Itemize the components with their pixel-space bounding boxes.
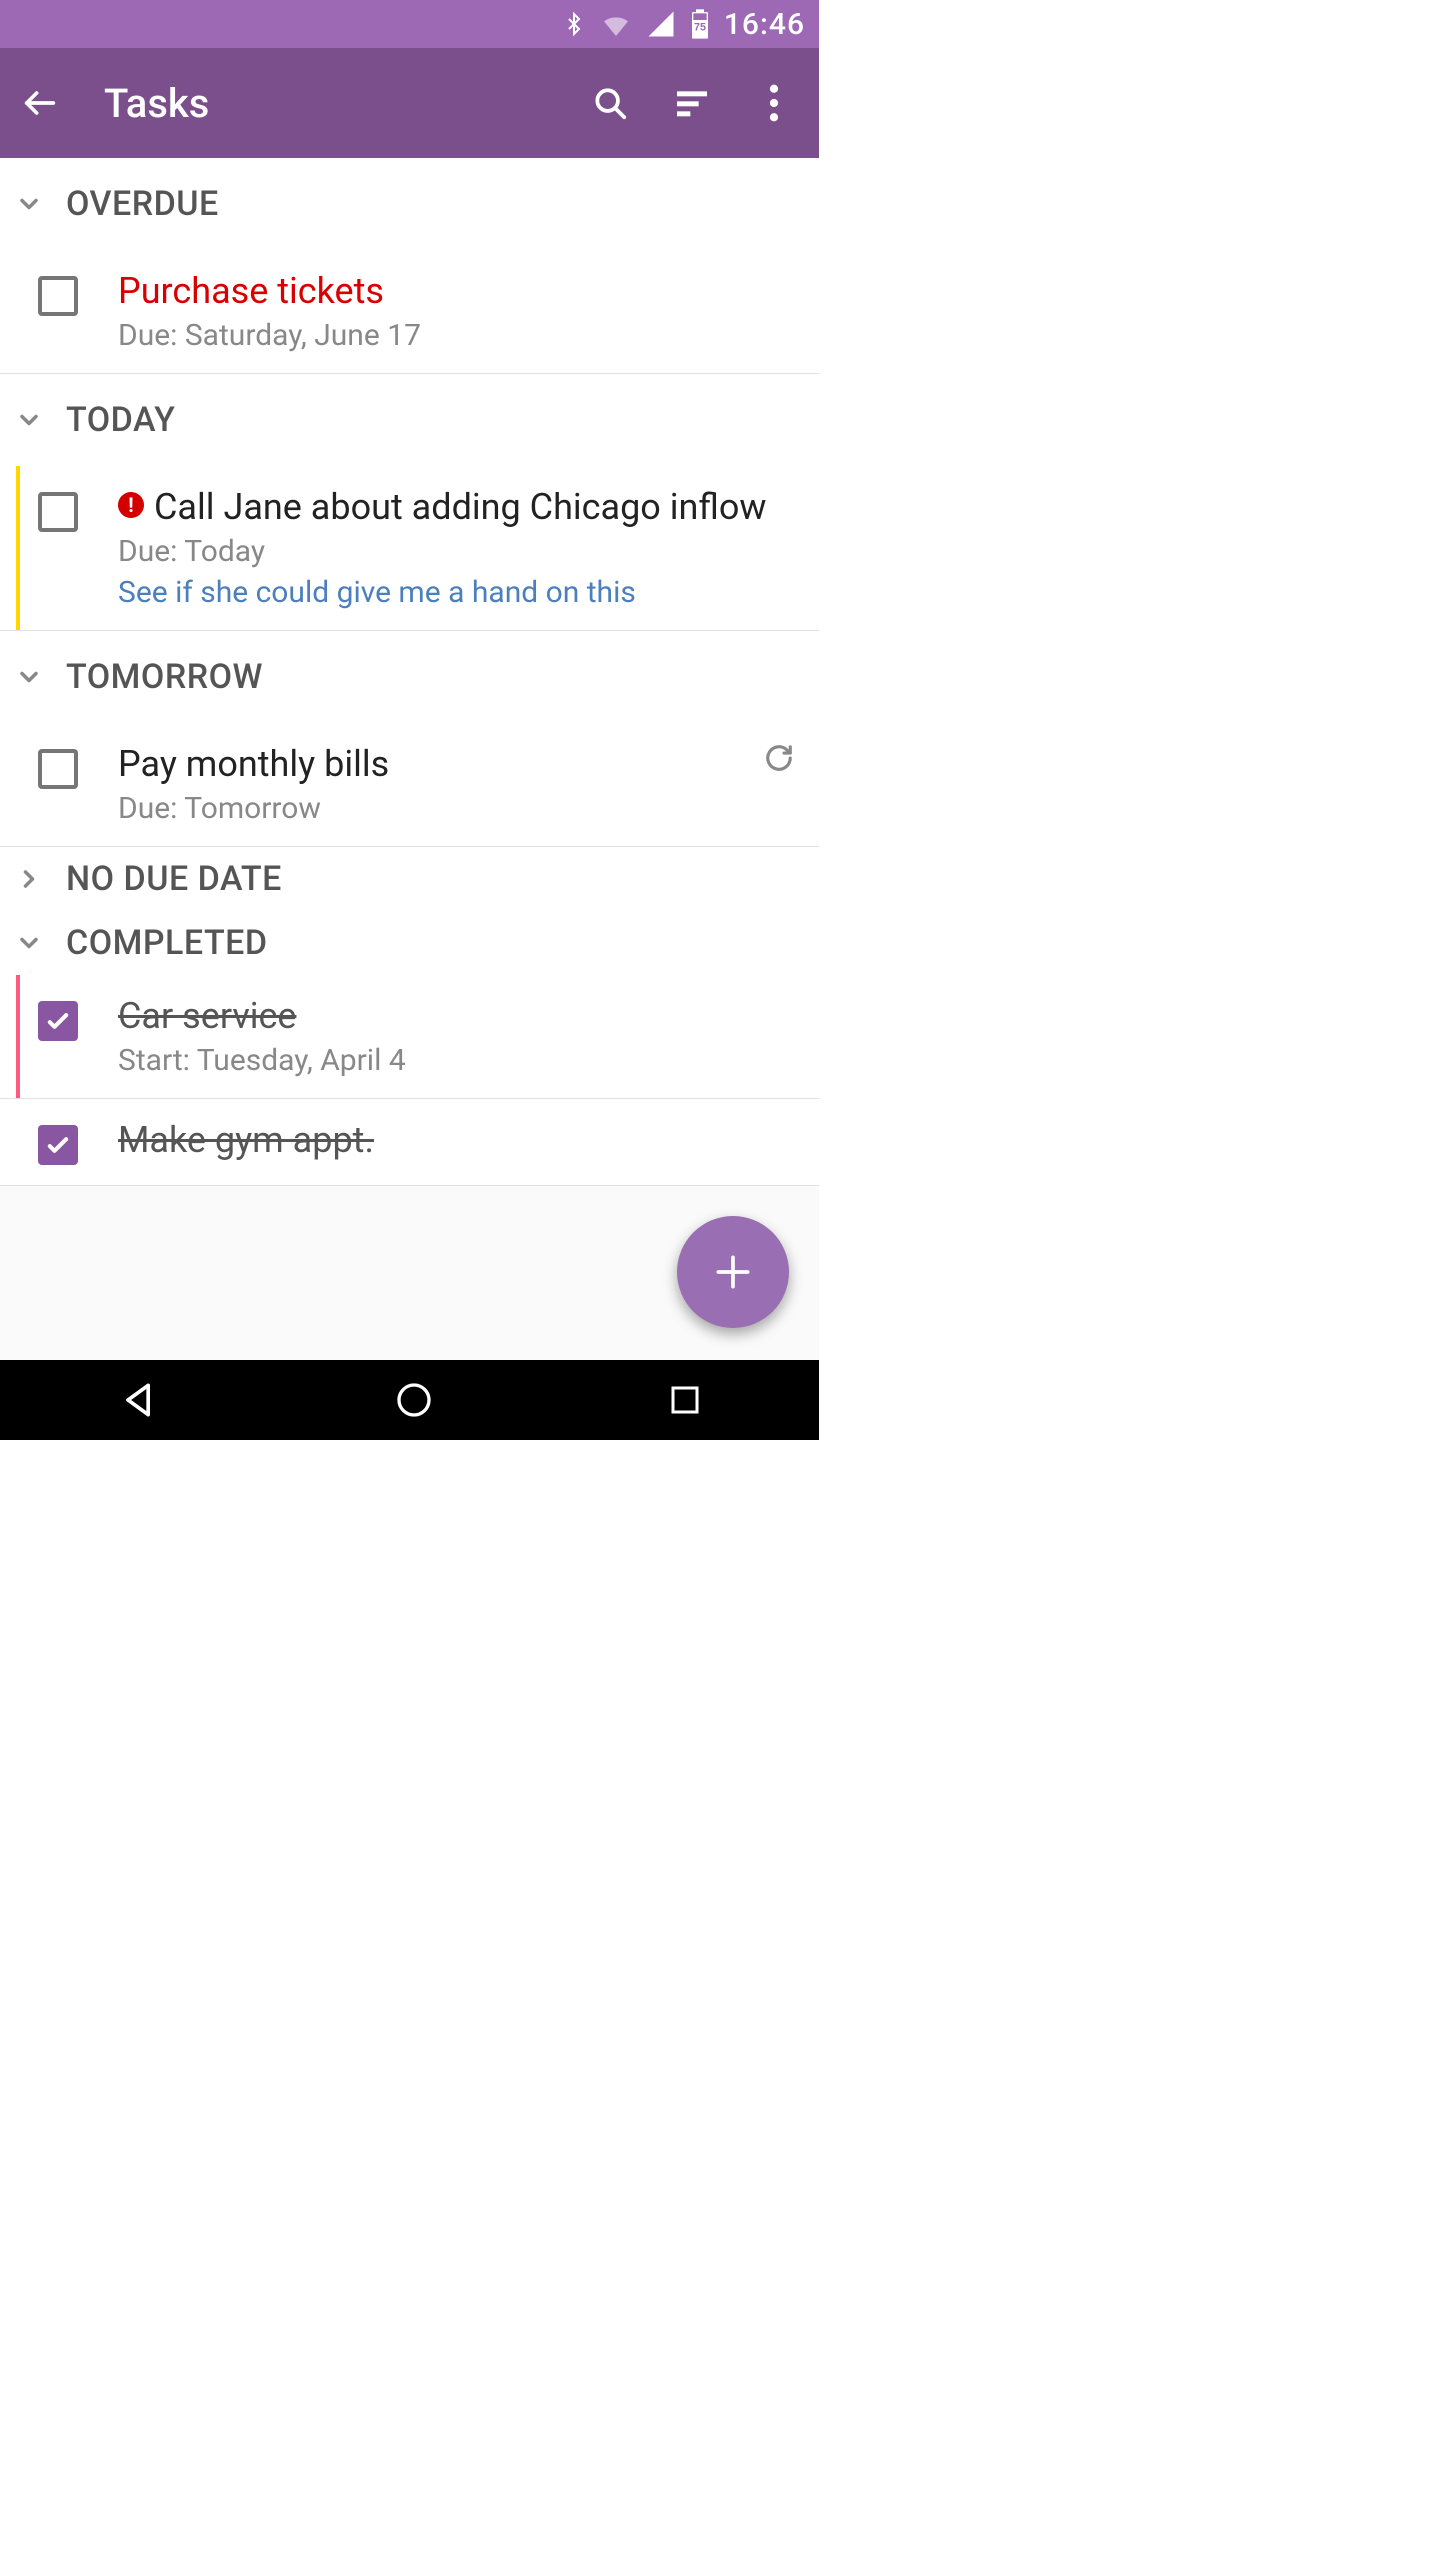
status-bar: 75 16:46 xyxy=(0,0,819,48)
search-button[interactable] xyxy=(589,82,631,124)
section-header-overdue[interactable]: OVERDUE xyxy=(0,158,819,250)
task-title: ! Call Jane about adding Chicago inflow xyxy=(118,486,799,528)
task-item-completed-0[interactable]: Car service Start: Tuesday, April 4 xyxy=(0,975,819,1099)
task-item-today-0[interactable]: ! Call Jane about adding Chicago inflow … xyxy=(0,466,819,631)
task-title: Car service xyxy=(118,995,799,1037)
alert-icon: ! xyxy=(118,492,144,518)
task-subtitle: Due: Tomorrow xyxy=(118,791,759,826)
priority-accent xyxy=(16,466,20,630)
category-accent xyxy=(16,975,20,1098)
section-label: TODAY xyxy=(66,400,175,440)
wifi-icon xyxy=(600,8,632,40)
task-title-text: Call Jane about adding Chicago inflow xyxy=(154,486,766,528)
chevron-right-icon xyxy=(14,864,44,894)
checkbox[interactable] xyxy=(38,492,78,532)
system-nav-bar xyxy=(0,1360,819,1440)
chevron-down-icon xyxy=(14,662,44,692)
add-task-fab[interactable] xyxy=(677,1216,789,1328)
recurring-icon xyxy=(759,743,799,826)
nav-home-button[interactable] xyxy=(394,1380,434,1420)
task-item-tomorrow-0[interactable]: Pay monthly bills Due: Tomorrow xyxy=(0,723,819,847)
battery-icon: 75 xyxy=(690,8,710,40)
sort-button[interactable] xyxy=(671,82,713,124)
checkbox[interactable] xyxy=(38,749,78,789)
clock-text: 16:46 xyxy=(724,7,805,42)
back-button[interactable] xyxy=(16,79,64,127)
section-header-completed[interactable]: COMPLETED xyxy=(0,911,819,975)
task-item-completed-1[interactable]: Make gym appt. xyxy=(0,1099,819,1186)
task-title: Make gym appt. xyxy=(118,1119,799,1161)
checkbox[interactable] xyxy=(38,276,78,316)
task-subtitle: Due: Saturday, June 17 xyxy=(118,318,799,353)
task-title: Purchase tickets xyxy=(118,270,799,312)
app-bar-actions xyxy=(589,82,795,124)
page-title: Tasks xyxy=(104,80,589,127)
section-label: COMPLETED xyxy=(66,923,268,963)
cell-signal-icon xyxy=(646,9,676,39)
chevron-down-icon xyxy=(14,405,44,435)
nav-recents-button[interactable] xyxy=(667,1382,703,1418)
nav-back-button[interactable] xyxy=(117,1378,161,1422)
checkbox-checked[interactable] xyxy=(38,1001,78,1041)
app-bar: Tasks xyxy=(0,48,819,158)
task-title: Pay monthly bills xyxy=(118,743,759,785)
checkbox-checked[interactable] xyxy=(38,1125,78,1165)
task-subtitle: Start: Tuesday, April 4 xyxy=(118,1043,799,1078)
bluetooth-icon xyxy=(562,8,586,40)
chevron-down-icon xyxy=(14,189,44,219)
overflow-menu-button[interactable] xyxy=(753,82,795,124)
section-label: NO DUE DATE xyxy=(66,859,282,899)
chevron-down-icon xyxy=(14,928,44,958)
task-list: OVERDUE Purchase tickets Due: Saturday, … xyxy=(0,158,819,1186)
section-header-tomorrow[interactable]: TOMORROW xyxy=(0,631,819,723)
task-note: See if she could give me a hand on this xyxy=(118,575,799,610)
section-header-nodue[interactable]: NO DUE DATE xyxy=(0,847,819,911)
section-label: OVERDUE xyxy=(66,184,219,224)
svg-text:75: 75 xyxy=(694,22,706,34)
section-header-today[interactable]: TODAY xyxy=(0,374,819,466)
task-subtitle: Due: Today xyxy=(118,534,799,569)
section-label: TOMORROW xyxy=(66,657,263,697)
task-item-overdue-0[interactable]: Purchase tickets Due: Saturday, June 17 xyxy=(0,250,819,374)
